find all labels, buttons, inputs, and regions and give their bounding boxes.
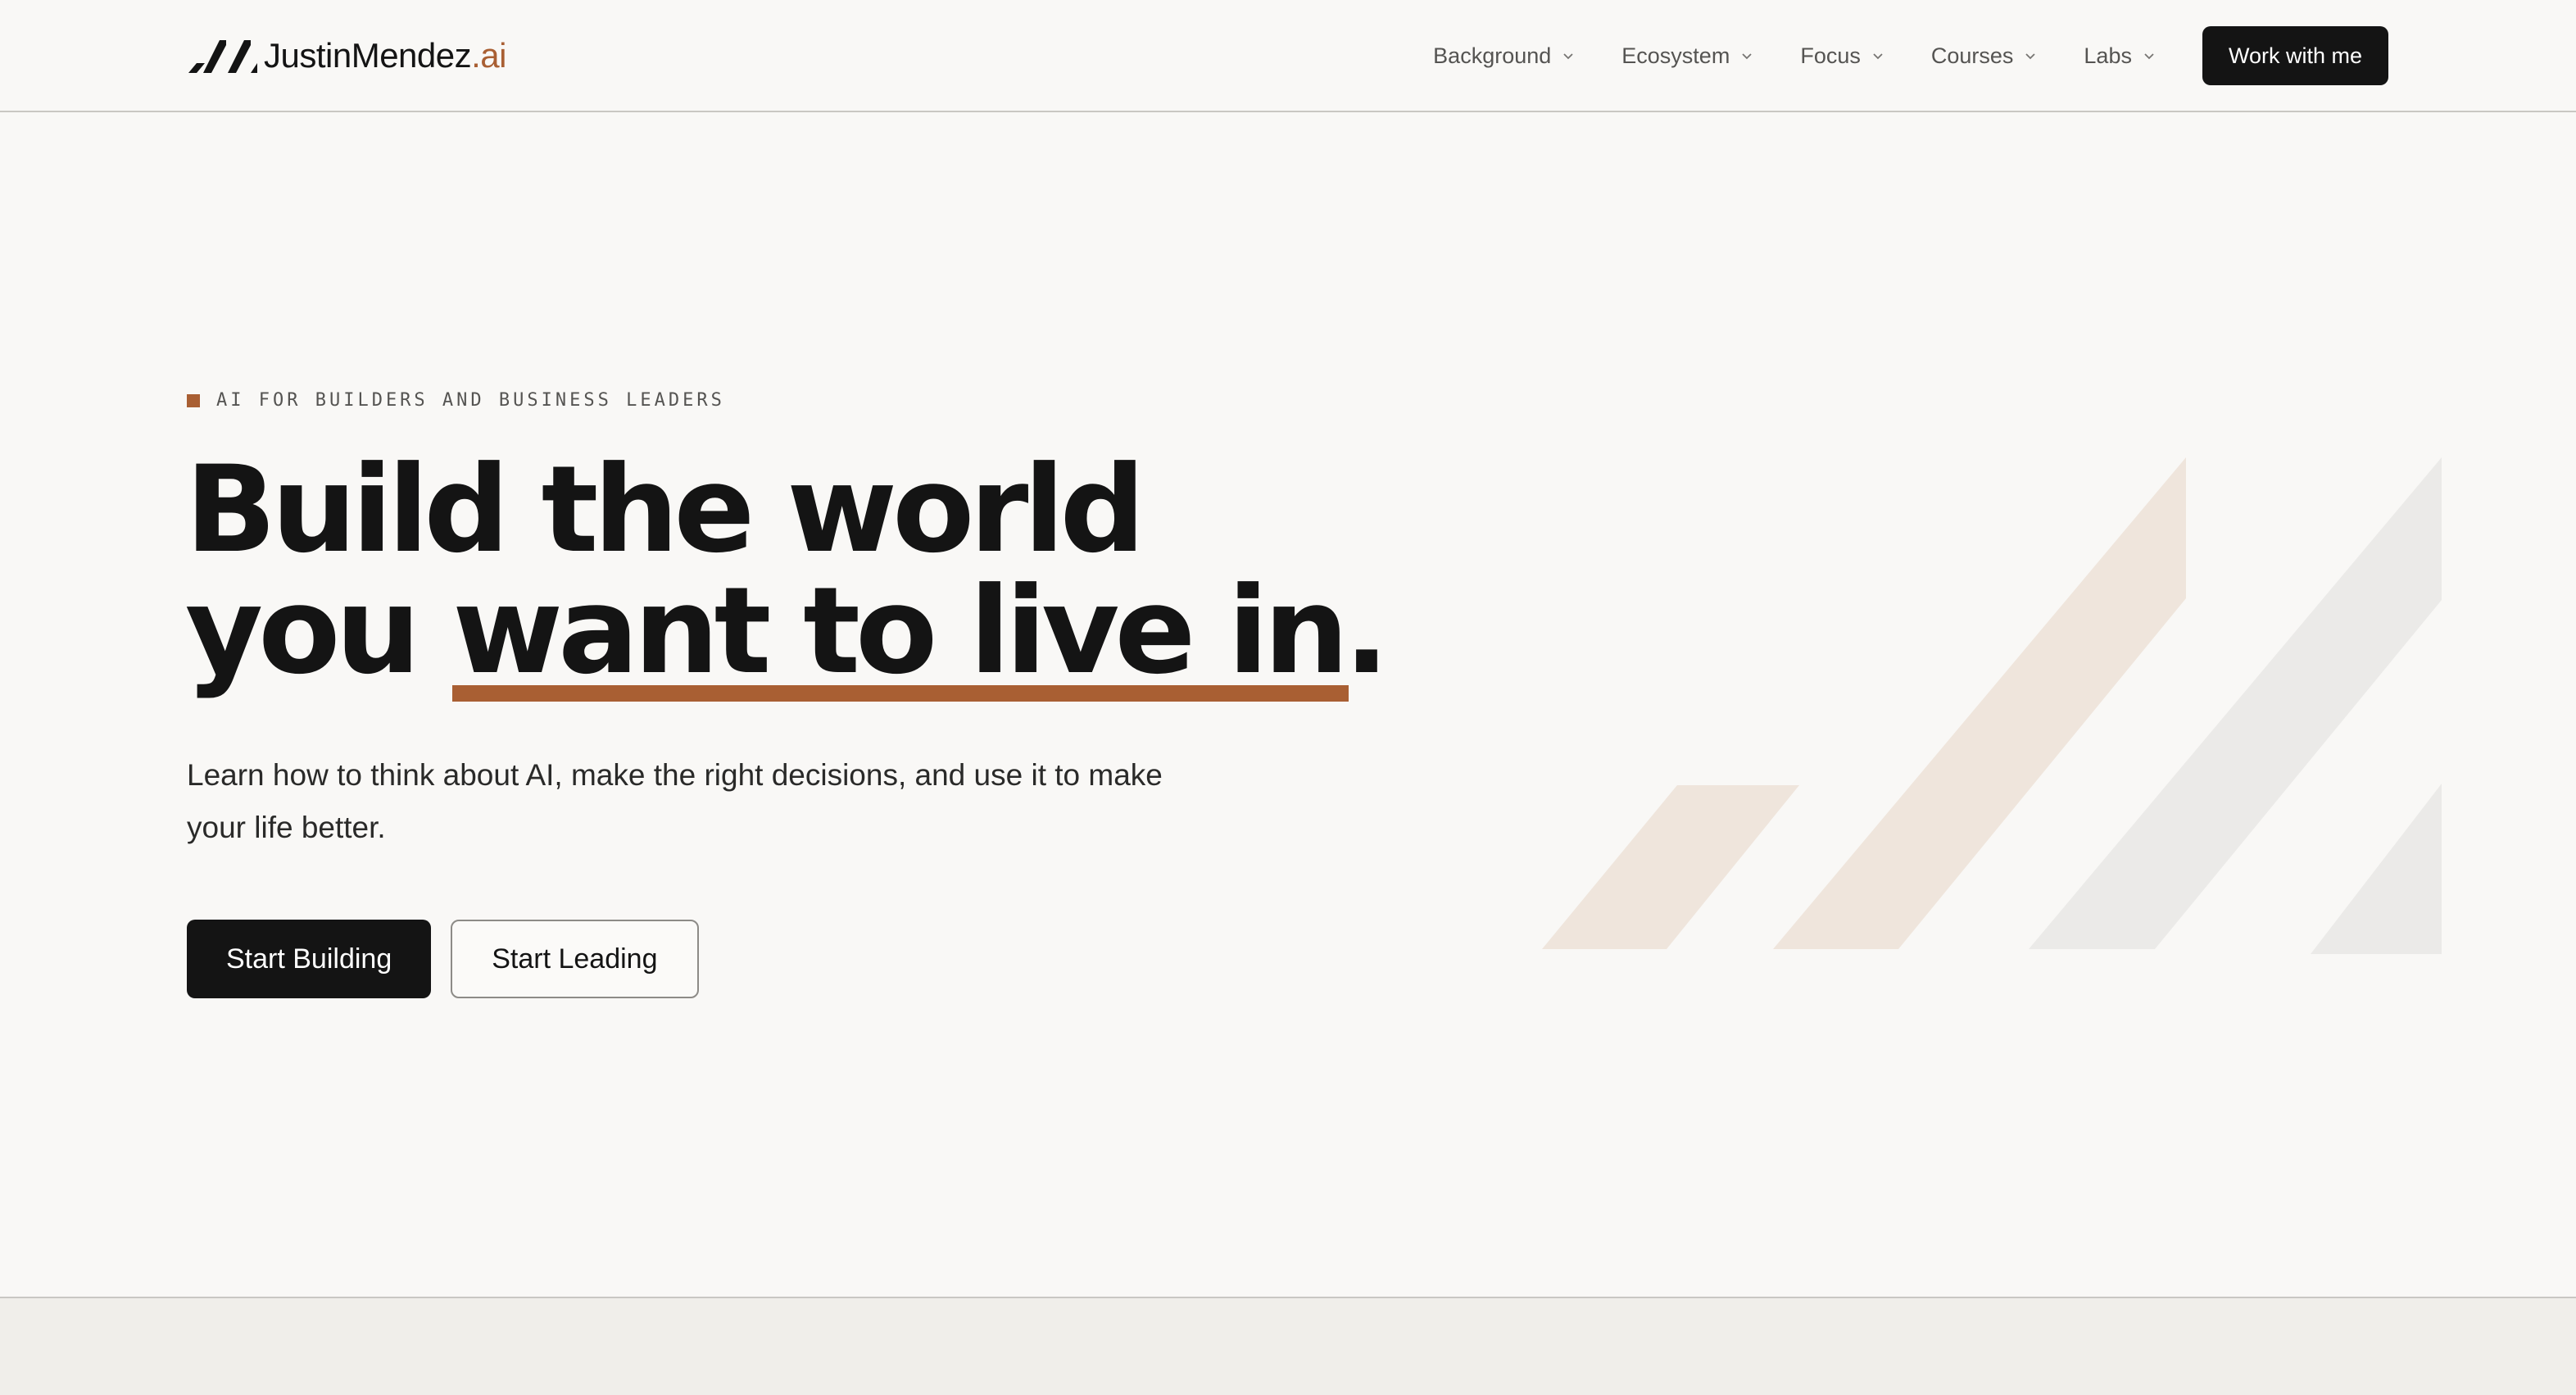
site-logo[interactable]: JustinMendez.ai [187, 34, 506, 77]
nav-item-label: Courses [1930, 43, 2014, 68]
logo-slashes-icon [188, 40, 257, 73]
headline-line-1: Build the world [185, 440, 1145, 579]
chevron-down-icon [1563, 53, 1573, 60]
graphic-slash-small-gray [2311, 784, 2442, 954]
start-leading-button[interactable]: Start Leading [451, 920, 699, 998]
eyebrow-text: AI FOR BUILDERS AND BUSINESS LEADERS [216, 390, 725, 411]
headline-prefix: you [185, 561, 453, 701]
logo-accent: .ai [471, 36, 506, 75]
headline-underlined-text: want to live in [452, 561, 1349, 702]
nav-item-focus[interactable]: Focus [1800, 43, 1885, 69]
site-header: JustinMendez.ai Background Ecosystem Foc… [0, 0, 2576, 112]
nav-item-label: Background [1433, 43, 1552, 68]
nav-item-label: Ecosystem [1621, 43, 1730, 68]
graphic-slash-large-gray [2029, 457, 2442, 949]
headline-suffix: . [1344, 561, 1390, 701]
graphic-slash-small-warm [1542, 785, 1799, 949]
nav-item-background[interactable]: Background [1433, 43, 1576, 69]
main-nav: Background Ecosystem Focus Courses Labs … [1433, 26, 2388, 85]
logo-text: JustinMendez.ai [264, 34, 506, 77]
headline-line-2: you want to live in. [185, 561, 1390, 702]
chevron-down-icon [2144, 53, 2154, 60]
chevron-down-icon [1742, 53, 1752, 60]
start-building-button[interactable]: Start Building [187, 920, 432, 998]
hero-headline: Build the world you want to live in. [185, 440, 1390, 702]
chevron-down-icon [1873, 53, 1883, 60]
logo-name: JustinMendez [264, 36, 472, 75]
hero-buttons: Start Building Start Leading [187, 920, 699, 998]
nav-item-label: Focus [1800, 43, 1861, 68]
eyebrow-square-icon [187, 393, 200, 407]
nav-item-labs[interactable]: Labs [2084, 43, 2156, 69]
hero-eyebrow: AI FOR BUILDERS AND BUSINESS LEADERS [187, 390, 725, 411]
chevron-down-icon [2025, 53, 2036, 60]
work-with-me-button[interactable]: Work with me [2202, 26, 2388, 85]
nav-item-ecosystem[interactable]: Ecosystem [1621, 43, 1754, 69]
next-section-band [0, 1297, 2576, 1395]
nav-item-label: Labs [2084, 43, 2132, 68]
nav-item-courses[interactable]: Courses [1931, 43, 2039, 69]
hero-subtitle: Learn how to think about AI, make the ri… [187, 758, 1163, 844]
graphic-slash-large-warm [1773, 457, 2186, 949]
